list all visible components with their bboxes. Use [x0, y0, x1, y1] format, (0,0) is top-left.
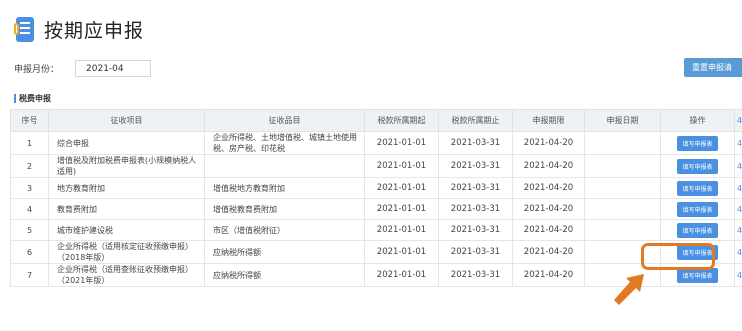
table-row: 1 综合申报 企业所得税、土地增值税、城镇土地使用税、房产税、印花税 2021-… — [10, 131, 742, 155]
row-start: 2021-01-01 — [364, 240, 439, 264]
row-start: 2021-01-01 — [364, 263, 439, 287]
row-edge: 4 — [734, 240, 742, 264]
row-start: 2021-01-01 — [364, 177, 439, 199]
row-end: 2021-03-31 — [438, 154, 513, 178]
column-header-action: 操作 — [660, 109, 735, 132]
row-subitem: 市区（增值税附征） — [204, 219, 365, 241]
table-row: 5 城市维护建设税 市区（增值税附征） 2021-01-01 2021-03-3… — [10, 219, 742, 241]
row-edge: 4 — [734, 177, 742, 199]
row-edge: 4 — [734, 154, 742, 178]
column-header-item: 征收项目 — [48, 109, 205, 132]
row-no: 4 — [10, 198, 49, 220]
row-date — [584, 154, 661, 178]
page-title: 按期应申报 — [44, 20, 145, 42]
table-header-row: 序号 征收项目 征收品目 税款所属期起 税款所属期止 申报期限 申报日期 操作 … — [10, 109, 742, 132]
row-start: 2021-01-01 — [364, 219, 439, 241]
row-date — [584, 131, 661, 155]
row-end: 2021-03-31 — [438, 219, 513, 241]
declaration-table: 序号 征收项目 征收品目 税款所属期起 税款所属期止 申报期限 申报日期 操作 … — [10, 109, 742, 287]
row-deadline: 2021-04-20 — [512, 240, 585, 264]
row-no: 6 — [10, 240, 49, 264]
row-subitem: 企业所得税、土地增值税、城镇土地使用税、房产税、印花税 — [204, 131, 365, 155]
row-end: 2021-03-31 — [438, 240, 513, 264]
row-action: 填写申报表 — [660, 177, 735, 199]
table-row: 4 教育费附加 增值税教育费附加 2021-01-01 2021-03-31 2… — [10, 198, 742, 220]
row-item: 城市维护建设税 — [48, 219, 205, 241]
row-start: 2021-01-01 — [364, 198, 439, 220]
row-no: 5 — [10, 219, 49, 241]
row-action: 填写申报表 — [660, 154, 735, 178]
row-item: 企业所得税（适用核定征收预缴申报）（2018年版） — [48, 240, 205, 264]
fill-form-button[interactable]: 填写申报表 — [677, 222, 718, 238]
period-input[interactable]: 2021-04 — [75, 60, 152, 77]
row-end: 2021-03-31 — [438, 198, 513, 220]
row-deadline: 2021-04-20 — [512, 154, 585, 178]
row-deadline: 2021-04-20 — [512, 198, 585, 220]
row-subitem: 应纳税所得额 — [204, 240, 365, 264]
section-title: 税费申报 — [14, 94, 51, 103]
row-deadline: 2021-04-20 — [512, 131, 585, 155]
row-item: 企业所得税（适用查账征收预缴申报）（2021年版） — [48, 263, 205, 287]
row-subitem — [204, 154, 365, 178]
highlight-box — [641, 243, 715, 270]
row-item: 教育费附加 — [48, 198, 205, 220]
row-deadline: 2021-04-20 — [512, 263, 585, 287]
column-header-end: 税款所属期止 — [438, 109, 513, 132]
row-start: 2021-01-01 — [364, 154, 439, 178]
reset-declaration-button[interactable]: 重置申报清 — [684, 58, 742, 77]
period-label: 申报月份： — [14, 65, 60, 75]
column-header-deadline: 申报期限 — [512, 109, 585, 132]
fill-form-button[interactable]: 填写申报表 — [677, 135, 718, 151]
row-edge: 4 — [734, 219, 742, 241]
row-subitem: 增值税地方教育附加 — [204, 177, 365, 199]
row-item: 地方教育附加 — [48, 177, 205, 199]
row-edge: 4 — [734, 198, 742, 220]
column-header-start: 税款所属期起 — [364, 109, 439, 132]
fill-form-button[interactable]: 填写申报表 — [677, 180, 718, 196]
row-edge: 4 — [734, 131, 742, 155]
row-date — [584, 198, 661, 220]
column-header-edge: 4 — [734, 109, 742, 132]
row-action: 填写申报表 — [660, 198, 735, 220]
row-edge: 4 — [734, 263, 742, 287]
row-end: 2021-03-31 — [438, 131, 513, 155]
row-action: 填写申报表 — [660, 219, 735, 241]
row-subitem: 应纳税所得额 — [204, 263, 365, 287]
row-deadline: 2021-04-20 — [512, 219, 585, 241]
period-filter: 申报月份： 2021-04 — [14, 60, 152, 77]
table-row: 3 地方教育附加 增值税地方教育附加 2021-01-01 2021-03-31… — [10, 177, 742, 199]
row-item: 增值税及附加税费申报表(小规模纳税人适用) — [48, 154, 205, 178]
row-date — [584, 219, 661, 241]
fill-form-button[interactable]: 填写申报表 — [677, 201, 718, 217]
row-end: 2021-03-31 — [438, 177, 513, 199]
table-row: 2 增值税及附加税费申报表(小规模纳税人适用) 2021-01-01 2021-… — [10, 154, 742, 178]
row-subitem: 增值税教育费附加 — [204, 198, 365, 220]
row-no: 3 — [10, 177, 49, 199]
column-header-date: 申报日期 — [584, 109, 661, 132]
row-item: 综合申报 — [48, 131, 205, 155]
row-start: 2021-01-01 — [364, 131, 439, 155]
row-no: 2 — [10, 154, 49, 178]
row-end: 2021-03-31 — [438, 263, 513, 287]
row-deadline: 2021-04-20 — [512, 177, 585, 199]
table-row: 6 企业所得税（适用核定征收预缴申报）（2018年版） 应纳税所得额 2021-… — [10, 240, 742, 264]
row-date — [584, 177, 661, 199]
column-header-no: 序号 — [10, 109, 49, 132]
row-action: 填写申报表 — [660, 131, 735, 155]
fill-form-button[interactable]: 填写申报表 — [677, 158, 718, 174]
tax-document-icon — [14, 16, 34, 43]
row-no: 1 — [10, 131, 49, 155]
row-no: 7 — [10, 263, 49, 287]
column-header-subitem: 征收品目 — [204, 109, 365, 132]
pointer-arrow-icon — [614, 274, 644, 305]
page-header: 按期应申报 — [14, 16, 144, 43]
